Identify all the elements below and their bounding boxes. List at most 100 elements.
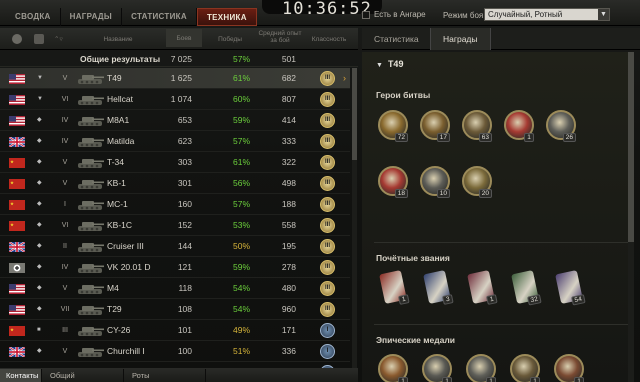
vehicle-name: M4 bbox=[107, 283, 119, 293]
in-hangar-checkbox[interactable] bbox=[362, 10, 370, 19]
vehicle-title[interactable]: ▼ T49 bbox=[376, 59, 403, 69]
honor-2-icon[interactable]: 3 bbox=[423, 270, 454, 305]
table-row[interactable]: ◆ V Churchill I 100 51% 336 I bbox=[0, 341, 350, 362]
tank-icon bbox=[76, 282, 104, 295]
vehicle-avg-exp: 278 bbox=[281, 262, 296, 272]
honor-5-icon[interactable]: 54 bbox=[555, 270, 586, 306]
vehicle-battles: 152 bbox=[177, 220, 192, 230]
vehicle-battles: 1 625 bbox=[170, 73, 192, 83]
divider bbox=[374, 242, 628, 243]
vehicle-tier: II bbox=[63, 243, 67, 250]
table-row[interactable]: ■ III CY-26 101 49% 171 I bbox=[0, 320, 350, 341]
nation-filter-icon[interactable] bbox=[12, 34, 22, 44]
tab-companies[interactable]: Роты bbox=[126, 369, 206, 382]
epic-5-icon[interactable]: 1 bbox=[554, 354, 584, 382]
col-battles[interactable]: Боев bbox=[166, 29, 202, 47]
section-honorary-ranks: Почётные звания bbox=[376, 253, 450, 263]
col-avg-exp[interactable]: Средний опыт за бой bbox=[258, 30, 302, 44]
nation-flag-icon bbox=[9, 221, 25, 231]
tab-contacts[interactable]: Контакты bbox=[0, 369, 42, 382]
mastery-badge-icon: III bbox=[320, 218, 335, 233]
mastery-badge-icon: III bbox=[320, 302, 335, 317]
tab-statistics[interactable]: Статистика bbox=[122, 8, 197, 26]
honor-1-icon[interactable]: 1 bbox=[379, 270, 410, 305]
tab-vehicles[interactable]: Техника bbox=[196, 8, 257, 26]
tank-icon bbox=[76, 156, 104, 169]
epic-4-icon[interactable]: 1 bbox=[510, 354, 540, 382]
awards-scrollbar[interactable] bbox=[628, 52, 634, 382]
medal-count: 32 bbox=[526, 294, 542, 306]
warrior-medal-icon[interactable]: 72 bbox=[378, 110, 408, 142]
tank-icon bbox=[76, 114, 104, 127]
vehicle-class-icon: ◆ bbox=[37, 222, 42, 228]
table-row[interactable]: ◆ I MC-1 160 57% 188 III bbox=[0, 194, 350, 215]
tab-vehicle-statistics[interactable]: Статистика bbox=[362, 28, 431, 50]
epic-3-icon[interactable]: 1 bbox=[466, 354, 496, 382]
awards-scroll-thumb[interactable] bbox=[628, 52, 634, 242]
invader-medal-icon[interactable]: 63 bbox=[462, 110, 492, 142]
medal-count: 72 bbox=[394, 133, 408, 142]
sniper-medal-icon[interactable]: 26 bbox=[546, 110, 576, 142]
col-wins[interactable]: Победы bbox=[210, 36, 250, 43]
confederate-medal-icon[interactable]: 10 bbox=[420, 166, 450, 198]
vehicle-avg-exp: 195 bbox=[281, 241, 296, 251]
tab-summary[interactable]: Сводка bbox=[6, 8, 61, 26]
mastery-badge-icon: III bbox=[320, 134, 335, 149]
col-name[interactable]: Название bbox=[98, 36, 138, 43]
medal-count: 3 bbox=[442, 294, 454, 305]
tab-vehicle-awards[interactable]: Награды bbox=[430, 28, 491, 50]
tab-general-chat[interactable]: Общий bbox=[44, 369, 124, 382]
vehicle-name: MC-1 bbox=[107, 199, 128, 209]
patrol-duty-medal-icon[interactable]: 20 bbox=[462, 166, 492, 198]
vehicle-wins: 57% bbox=[232, 199, 250, 209]
epic-1-icon[interactable]: 1 bbox=[378, 354, 408, 382]
vehicle-class-icon: ▼ bbox=[37, 96, 43, 102]
epic-2-icon[interactable]: 1 bbox=[422, 354, 452, 382]
table-row[interactable]: ◆ VII T29 108 54% 960 III bbox=[0, 299, 350, 320]
battle-mode-value: Случайный, Ротный bbox=[488, 10, 563, 19]
chevron-down-icon[interactable]: ▼ bbox=[598, 9, 609, 20]
medal-count: 20 bbox=[478, 189, 492, 198]
nation-flag-icon bbox=[9, 200, 25, 210]
tank-icon bbox=[76, 261, 104, 274]
scout-medal-icon[interactable]: 1 bbox=[504, 110, 534, 142]
table-scrollbar[interactable] bbox=[352, 68, 357, 368]
tier-sort-icon[interactable]: ⌃▿ bbox=[54, 36, 63, 43]
defender-medal-icon[interactable]: 17 bbox=[420, 110, 450, 142]
vehicle-wins: 53% bbox=[232, 220, 250, 230]
vehicle-name: T49 bbox=[387, 59, 404, 69]
chevron-right-icon[interactable]: › bbox=[343, 68, 346, 89]
table-row[interactable]: ▼ V T49 1 625 61% 682 III › bbox=[0, 68, 350, 89]
table-row[interactable]: ◆ VI KB-1C 152 53% 558 III bbox=[0, 215, 350, 236]
table-scroll-thumb[interactable] bbox=[352, 68, 357, 160]
medal-count: 1 bbox=[398, 294, 410, 305]
vehicle-table: ⌃▿ Название Боев Победы Средний опыт за … bbox=[0, 28, 358, 380]
honor-3-icon[interactable]: 1 bbox=[467, 270, 498, 305]
vehicle-tier: V bbox=[62, 285, 68, 292]
table-row[interactable]: ◆ V M4 118 54% 480 III bbox=[0, 278, 350, 299]
mastery-badge-icon: III bbox=[320, 197, 335, 212]
table-row[interactable]: ◆ IV VK 20.01 D 121 59% 278 III bbox=[0, 257, 350, 278]
table-row[interactable]: ◆ IV Matilda 623 57% 333 III bbox=[0, 131, 350, 152]
steel-wall-medal-icon[interactable]: 18 bbox=[378, 166, 408, 198]
table-row[interactable]: ▼ VI Hellcat 1 074 60% 807 III bbox=[0, 89, 350, 110]
vehicle-tier: IV bbox=[61, 138, 69, 145]
table-row[interactable]: ◆ V KB-1 301 56% 498 III bbox=[0, 173, 350, 194]
vehicle-battles: 108 bbox=[177, 304, 192, 314]
vehicle-avg-exp: 414 bbox=[281, 115, 296, 125]
battle-mode-select[interactable]: Случайный, Ротный ▼ bbox=[484, 8, 610, 21]
vehicle-battles: 118 bbox=[178, 283, 192, 293]
tab-awards[interactable]: Награды bbox=[61, 8, 123, 26]
col-class[interactable]: Классность bbox=[306, 36, 352, 43]
type-filter-icon[interactable] bbox=[34, 34, 44, 44]
medal-count: 18 bbox=[394, 189, 408, 198]
honor-4-icon[interactable]: 32 bbox=[511, 270, 542, 306]
vehicle-name: CY-26 bbox=[107, 325, 131, 335]
nation-flag-icon bbox=[9, 305, 25, 315]
medal-count: 26 bbox=[562, 133, 576, 142]
table-row[interactable]: ◆ V T-34 303 61% 322 III bbox=[0, 152, 350, 173]
in-hangar-filter[interactable]: Есть в Ангаре bbox=[362, 10, 426, 19]
table-row[interactable]: ◆ IV M8A1 653 59% 414 III bbox=[0, 110, 350, 131]
collapse-triangle-icon[interactable]: ▼ bbox=[376, 62, 383, 69]
table-row[interactable]: ◆ II Cruiser III 144 50% 195 III bbox=[0, 236, 350, 257]
